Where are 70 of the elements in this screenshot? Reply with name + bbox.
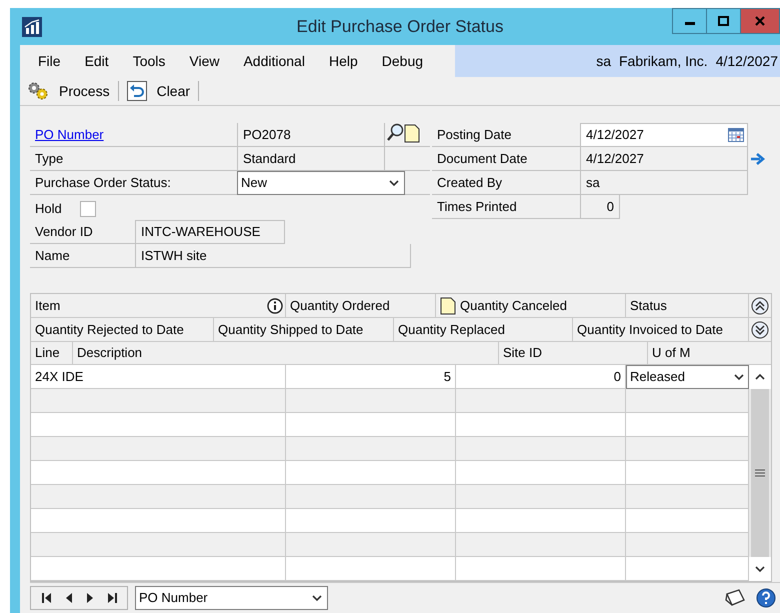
- clear-button[interactable]: Clear: [124, 79, 194, 103]
- search-icon: [386, 123, 404, 143]
- field-value: INTC-WAREHOUSE: [135, 220, 285, 243]
- menu-item[interactable]: Edit: [74, 50, 119, 72]
- last-record-icon: [106, 592, 116, 604]
- date-field[interactable]: 4/12/2027: [580, 123, 748, 147]
- field-label: Hold: [34, 200, 63, 218]
- user-name: sa: [596, 52, 611, 70]
- column-header: Item: [35, 296, 60, 315]
- minimize-button[interactable]: [672, 8, 707, 34]
- column-header: Line: [35, 344, 60, 362]
- field-label: Type: [34, 150, 64, 168]
- menu-item[interactable]: Debug: [372, 50, 434, 72]
- calendar-icon: [728, 128, 744, 142]
- status-dropdown[interactable]: New: [237, 171, 405, 195]
- field-value: ISTWH site: [135, 244, 411, 267]
- column-header: Site ID: [503, 344, 542, 362]
- window-title: Edit Purchase Order Status: [296, 16, 504, 38]
- arrow-right-icon: [750, 152, 766, 166]
- field-label: Vendor ID: [34, 222, 94, 241]
- menu-item[interactable]: File: [28, 50, 71, 72]
- close-button[interactable]: [741, 8, 780, 34]
- menu-item[interactable]: View: [179, 50, 230, 72]
- note-icon: [724, 588, 746, 608]
- field-value: 4/12/2027: [580, 147, 748, 171]
- sort-dropdown[interactable]: PO Number: [135, 586, 328, 610]
- field-label: Name: [34, 246, 71, 265]
- close-icon: [755, 16, 765, 26]
- menu-item[interactable]: Additional: [233, 50, 315, 72]
- column-header: Status: [630, 296, 667, 315]
- note-icon: [404, 123, 420, 143]
- column-header: Description: [77, 344, 142, 362]
- first-record-icon: [42, 592, 52, 604]
- hold-checkbox[interactable]: [80, 201, 96, 217]
- grip-icon: [755, 469, 765, 477]
- app-icon: [22, 16, 42, 36]
- field-value: Standard: [237, 147, 385, 170]
- info-icon: [267, 298, 283, 314]
- double-chevron-down-icon: [751, 320, 769, 338]
- field-value: PO2078: [237, 123, 385, 146]
- menu-item[interactable]: Tools: [122, 50, 176, 72]
- field-label: Created By: [432, 171, 580, 195]
- record-navigator[interactable]: [30, 586, 128, 610]
- column-header: Quantity Canceled: [460, 296, 567, 315]
- process-button[interactable]: Process: [24, 79, 113, 103]
- menu-item[interactable]: Help: [318, 50, 368, 72]
- scrollbar[interactable]: [749, 365, 771, 581]
- previous-record-icon: [64, 592, 72, 604]
- next-record-icon: [86, 592, 94, 604]
- maximize-icon: [718, 16, 729, 26]
- field-label: Times Printed: [432, 195, 580, 219]
- column-header: Quantity Replaced: [398, 320, 505, 339]
- column-header: Quantity Ordered: [290, 296, 390, 315]
- column-header: Quantity Shipped to Date: [218, 320, 364, 339]
- po-number-link[interactable]: PO Number: [30, 123, 237, 146]
- user-date: 4/12/2027: [716, 52, 778, 70]
- field-value: sa: [580, 171, 748, 195]
- help-icon: [756, 588, 776, 608]
- field-label: Document Date: [432, 147, 580, 171]
- note-icon: [440, 296, 456, 314]
- double-chevron-up-icon: [751, 296, 769, 314]
- gears-icon: [27, 81, 49, 101]
- field-value: 0: [580, 195, 620, 219]
- field-label: Purchase Order Status:: [34, 174, 172, 192]
- column-header: U of M: [652, 344, 690, 362]
- column-header: Quantity Invoiced to Date: [577, 320, 723, 339]
- undo-icon: [126, 81, 147, 101]
- status-dropdown[interactable]: Released: [626, 365, 749, 389]
- column-header: Quantity Rejected to Date: [35, 320, 184, 339]
- company-name: Fabrikam, Inc.: [619, 52, 708, 70]
